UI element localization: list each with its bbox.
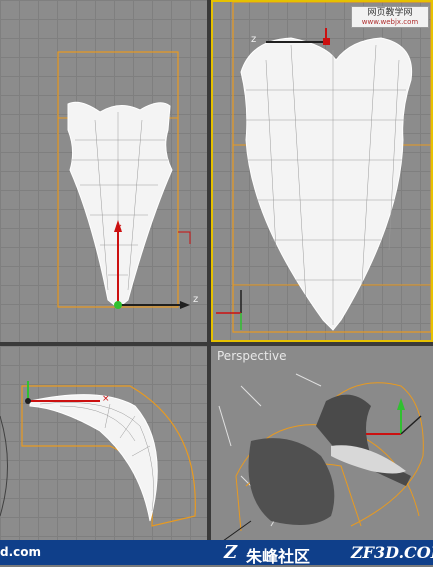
svg-text:×: × [102,394,110,404]
svg-text:z: z [193,294,198,305]
viewport-perspective[interactable]: Perspective [211,346,433,540]
viewport-bottom-left[interactable]: × [0,346,207,540]
footer-site-name: 朱峰社区 [246,547,311,566]
svg-text:×: × [115,223,123,233]
footer-left-text: d.com [0,545,42,559]
mesh-wireframe-front: z × [57,51,198,309]
mesh-wireframe-top: × [0,381,196,527]
watermark-line1: 网页教学网 [367,8,413,18]
svg-text:z: z [251,34,256,45]
watermark-line2: www.webjx.com [361,18,419,26]
footer-site-url: ZF3D.COM [351,543,433,562]
viewport-top-left[interactable]: z × [0,0,207,342]
mesh-wireframe-side: z [216,1,432,333]
viewport-label-perspective[interactable]: Perspective [217,349,287,363]
viewport-top-right[interactable]: z 网页教学网 www.webjx.com [211,0,433,342]
site-watermark: 网页教学网 www.webjx.com [351,6,429,28]
footer-logo: Z [224,542,238,563]
footer-banner: d.com Z 朱峰社区 ZF3D.COM [0,540,433,566]
mesh-shaded-perspective [218,373,424,540]
